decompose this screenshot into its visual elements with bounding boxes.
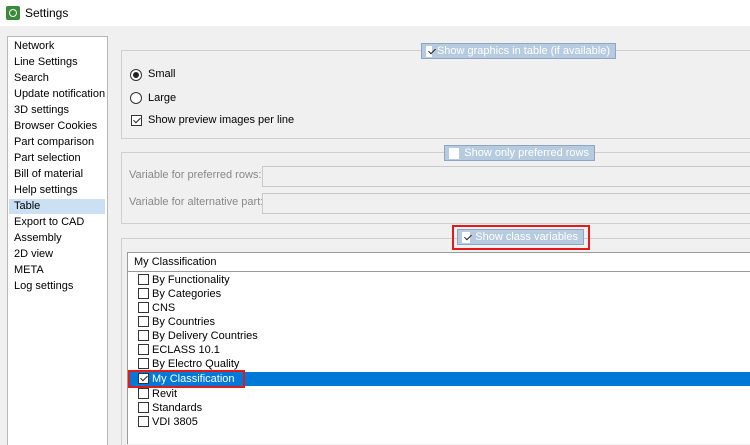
item-label: By Countries bbox=[152, 316, 215, 328]
show-preferred-rows-checkbox[interactable] bbox=[449, 147, 460, 159]
list-item[interactable]: By Categories bbox=[128, 287, 750, 301]
classification-select-value: My Classification bbox=[134, 256, 217, 268]
my-classification-highlight bbox=[128, 370, 245, 388]
size-small-label: Small bbox=[148, 68, 176, 80]
sidebar-item-network[interactable]: Network bbox=[9, 39, 105, 54]
item-checkbox[interactable] bbox=[138, 302, 149, 313]
alternative-part-variable-field[interactable] bbox=[262, 193, 750, 214]
sidebar-item-2d-view[interactable]: 2D view bbox=[9, 247, 105, 262]
item-checkbox[interactable] bbox=[138, 344, 149, 355]
item-label: ECLASS 10.1 bbox=[152, 344, 220, 356]
classification-list[interactable]: By Functionality By Categories CNS By Co… bbox=[127, 272, 750, 444]
sidebar-item-line-settings[interactable]: Line Settings bbox=[9, 55, 105, 70]
size-small-radio[interactable] bbox=[130, 69, 142, 81]
show-preferred-rows-toggle[interactable]: Show only preferred rows bbox=[444, 145, 595, 161]
class-variables-highlight bbox=[452, 225, 590, 250]
window-title: Settings bbox=[25, 6, 69, 20]
item-checkbox[interactable] bbox=[138, 402, 149, 413]
settings-category-list[interactable]: Network Line Settings Search Update noti… bbox=[7, 36, 108, 445]
size-large-label: Large bbox=[148, 92, 177, 104]
size-large-radio[interactable] bbox=[130, 92, 142, 104]
preferred-rows-variable-field[interactable] bbox=[262, 166, 750, 187]
item-checkbox[interactable] bbox=[138, 388, 149, 399]
preview-images-checkbox[interactable] bbox=[131, 115, 142, 126]
sidebar-item-part-comparison[interactable]: Part comparison bbox=[9, 135, 105, 150]
sidebar-item-browser-cookies[interactable]: Browser Cookies bbox=[9, 119, 105, 134]
list-item[interactable]: By Countries bbox=[128, 315, 750, 329]
list-item[interactable]: Revit bbox=[128, 387, 750, 401]
item-label: By Categories bbox=[152, 288, 222, 300]
list-item[interactable]: VDI 3805 bbox=[128, 415, 750, 429]
sidebar-item-update-notification[interactable]: Update notification bbox=[9, 87, 105, 102]
sidebar-item-bill-of-material[interactable]: Bill of material bbox=[9, 167, 105, 182]
item-label: VDI 3805 bbox=[152, 416, 198, 428]
item-label: Standards bbox=[152, 402, 203, 414]
sidebar-item-search[interactable]: Search bbox=[9, 71, 105, 86]
item-label: By Electro Quality bbox=[152, 358, 240, 370]
item-label: Revit bbox=[152, 388, 178, 400]
item-checkbox[interactable] bbox=[138, 416, 149, 427]
item-label: By Functionality bbox=[152, 274, 230, 286]
show-graphics-checkbox[interactable] bbox=[426, 45, 432, 57]
item-checkbox[interactable] bbox=[138, 316, 149, 327]
sidebar-item-log-settings[interactable]: Log settings bbox=[9, 279, 105, 294]
title-bar: Settings bbox=[0, 0, 750, 26]
show-graphics-toggle[interactable]: Show graphics in table (if available) bbox=[421, 43, 616, 59]
item-checkbox[interactable] bbox=[138, 288, 149, 299]
list-item[interactable]: ECLASS 10.1 bbox=[128, 343, 750, 357]
sidebar-item-export-to-cad[interactable]: Export to CAD bbox=[9, 215, 105, 230]
item-checkbox[interactable] bbox=[138, 358, 149, 369]
sidebar-item-help-settings[interactable]: Help settings bbox=[9, 183, 105, 198]
list-item[interactable]: By Electro Quality bbox=[128, 357, 750, 371]
alternative-part-variable-label: Variable for alternative part: bbox=[129, 196, 264, 208]
sidebar-item-assembly[interactable]: Assembly bbox=[9, 231, 105, 246]
item-checkbox[interactable] bbox=[138, 274, 149, 285]
sidebar-item-meta[interactable]: META bbox=[9, 263, 105, 278]
list-item[interactable]: By Functionality bbox=[128, 273, 750, 287]
sidebar-item-part-selection[interactable]: Part selection bbox=[9, 151, 105, 166]
sidebar-item-table[interactable]: Table bbox=[9, 199, 105, 214]
sidebar-item-3d-settings[interactable]: 3D settings bbox=[9, 103, 105, 118]
show-preferred-rows-label: Show only preferred rows bbox=[464, 147, 589, 159]
preferred-rows-variable-label: Variable for preferred rows: bbox=[129, 169, 262, 181]
item-label: By Delivery Countries bbox=[152, 330, 258, 342]
preview-images-label: Show preview images per line bbox=[148, 114, 295, 126]
list-item[interactable]: Standards bbox=[128, 401, 750, 415]
settings-gear-icon bbox=[6, 6, 20, 20]
list-item[interactable]: CNS bbox=[128, 301, 750, 315]
classification-select[interactable]: My Classification bbox=[127, 252, 750, 272]
show-graphics-label: Show graphics in table (if available) bbox=[436, 45, 610, 57]
list-item[interactable]: By Delivery Countries bbox=[128, 329, 750, 343]
item-checkbox[interactable] bbox=[138, 330, 149, 341]
item-label: CNS bbox=[152, 302, 176, 314]
